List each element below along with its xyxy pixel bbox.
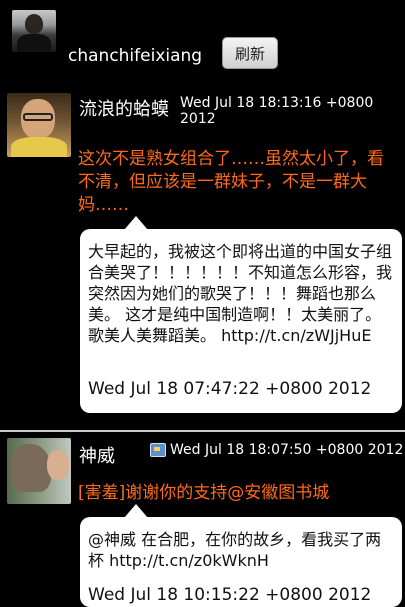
refresh-button[interactable]: 刷新 (222, 37, 278, 69)
retweet-bubble[interactable]: @神威 在合肥，在你的故乡，看我买了两杯 http://t.cn/z0kWknH… (80, 504, 402, 607)
header: chanchifeixiang 刷新 (0, 0, 405, 80)
image-attachment-icon (150, 443, 166, 457)
post-text: 这次不是熟女组合了……虽然太小了，看不清，但应该是一群妹子，不是一群大妈…… (78, 149, 384, 215)
post-time: Wed Jul 18 18:13:16 +0800 2012 (180, 95, 374, 127)
author-name[interactable]: 流浪的蛤蟆 (79, 95, 169, 121)
post-time: Wed Jul 18 18:07:50 +0800 2012 (170, 442, 404, 458)
avatar[interactable] (7, 93, 71, 157)
retweet-text: 大早起的，我被这个即将出道的中国女子组合美哭了！！！！！！不知道怎么形容，我突然… (88, 242, 393, 345)
retweet-text: @神威 在合肥，在你的故乡，看我买了两杯 http://t.cn/z0kWknH (88, 530, 382, 570)
status-item[interactable]: 神威 Wed Jul 18 18:07:50 +0800 2012 [害羞]谢谢… (0, 432, 405, 607)
my-avatar[interactable] (12, 10, 56, 52)
retweet-time: Wed Jul 18 10:15:22 +0800 2012 (88, 585, 372, 605)
username: chanchifeixiang (68, 46, 203, 66)
retweet-time: Wed Jul 18 07:47:22 +0800 2012 (88, 379, 372, 399)
status-item[interactable]: 流浪的蛤蟆 Wed Jul 18 18:13:16 +0800 2012 这次不… (0, 85, 405, 430)
post-text: [害羞]谢谢你的支持@安徽图书城 (78, 483, 330, 503)
author-name[interactable]: 神威 (79, 442, 115, 468)
avatar[interactable] (7, 438, 71, 504)
retweet-bubble[interactable]: 大早起的，我被这个即将出道的中国女子组合美哭了！！！！！！不知道怎么形容，我突然… (80, 216, 402, 413)
